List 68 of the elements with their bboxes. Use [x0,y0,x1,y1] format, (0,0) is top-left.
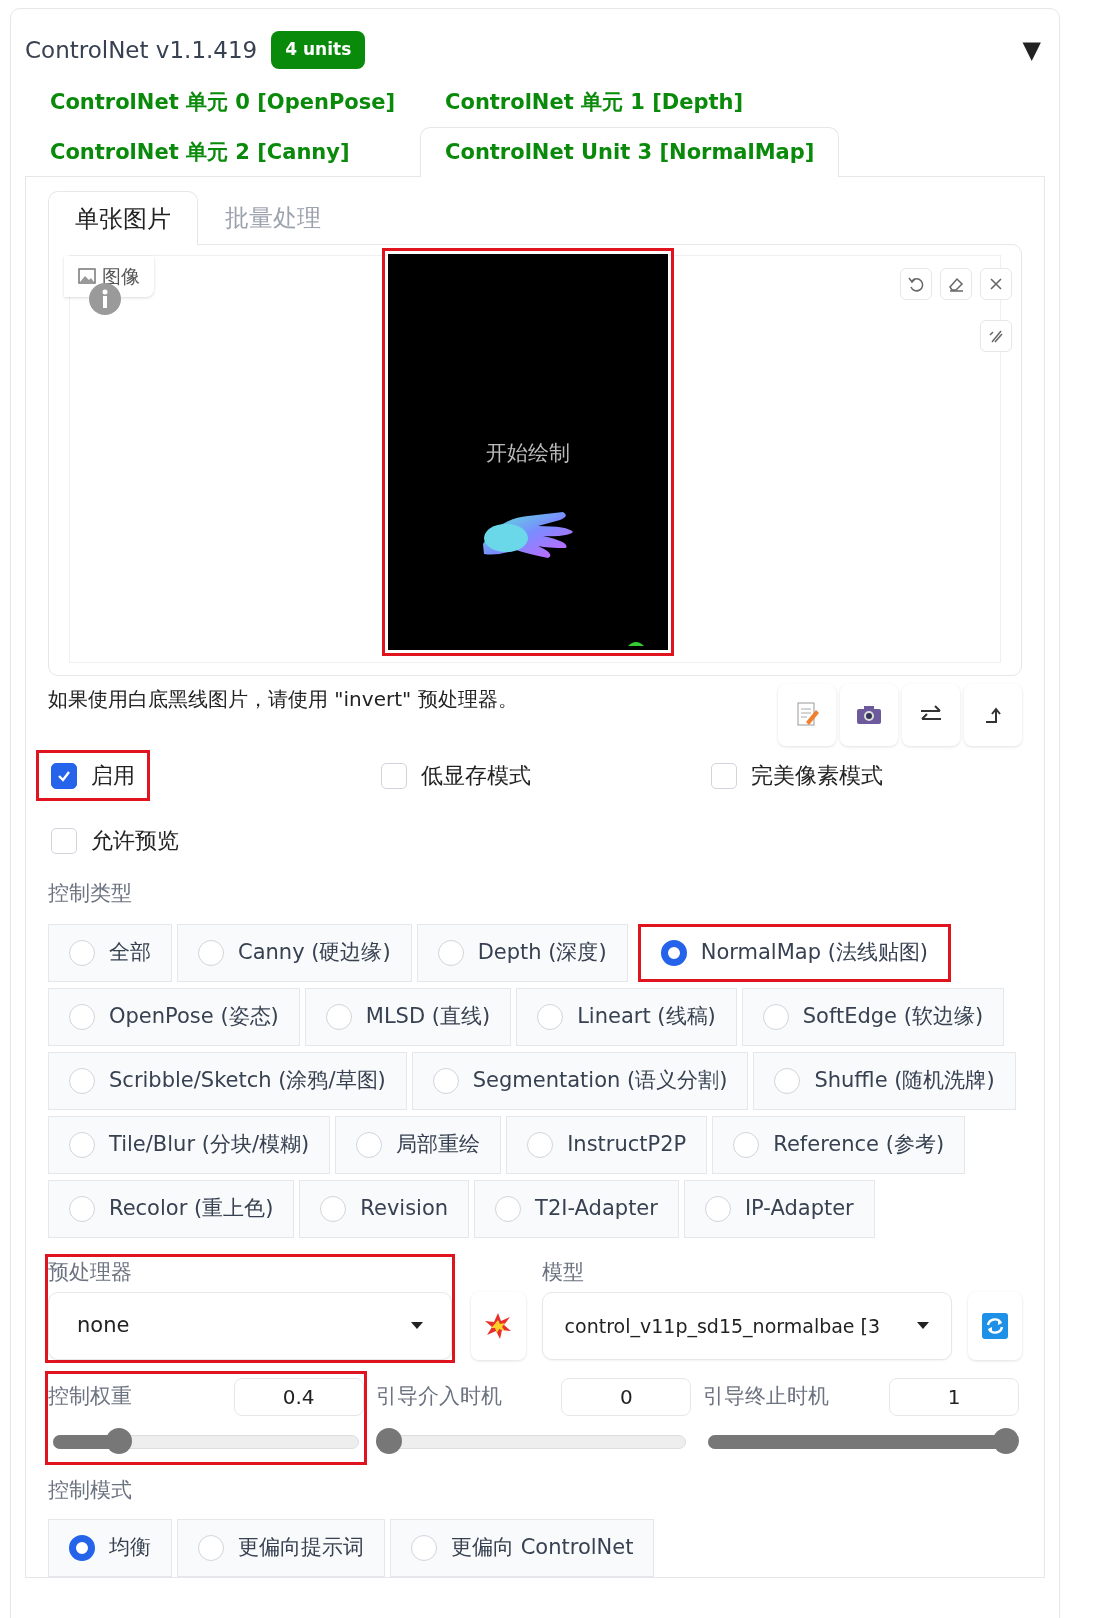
section-label: 控制类型 [48,880,133,907]
radio-option[interactable]: IP-Adapter [683,1179,875,1238]
explosion-icon [484,1312,513,1340]
caret-icon [916,1322,929,1330]
checkbox[interactable]: 完美像素模式 [696,750,898,801]
radio-option[interactable]: MLSD (直线) [304,987,512,1046]
units-badge: 4 units [271,31,366,69]
radio-option[interactable]: Scribble/Sketch (涂鸦/草图) [48,1051,407,1110]
refresh-icon [981,1313,1008,1339]
unit-tab[interactable]: ControlNet 单元 1 [Depth] [420,77,769,127]
slider-label: 引导介入时机 [375,1383,502,1411]
section-label: 控制模式 [48,1477,133,1504]
camera-button[interactable] [840,684,898,746]
radio-option[interactable]: 更偏向 ControlNet [390,1518,655,1577]
checkbox[interactable]: 低显存模式 [366,750,546,801]
radio-option[interactable]: Depth (深度) [416,923,628,982]
run-preprocessor-button[interactable] [471,1292,526,1360]
caret-icon [411,1322,424,1330]
slider-label: 引导终止时机 [703,1383,830,1411]
preprocessor-dropdown[interactable]: none [48,1292,453,1360]
slider-handle[interactable] [993,1428,1019,1454]
radio-option[interactable]: 局部重绘 [335,1115,502,1174]
field-label: 模型 [541,1258,585,1286]
checkbox[interactable]: 启用 [36,750,150,801]
radio-option[interactable]: Shuffle (随机洗牌) [753,1051,1016,1110]
radio-option[interactable]: Lineart (线稿) [516,987,737,1046]
model-dropdown[interactable]: control_v11p_sd15_normalbae [3 [541,1292,952,1360]
radio-option[interactable]: T2I-Adapter [474,1179,679,1238]
up-arrow-icon [985,707,1001,723]
radio-option[interactable]: 更偏向提示词 [177,1518,385,1577]
radio-option[interactable]: OpenPose (姿态) [48,987,300,1046]
radio-option[interactable]: InstructP2P [506,1115,708,1174]
undo-button[interactable] [900,268,932,300]
panel-title: ControlNet v1.1.419 [25,35,258,65]
radio-option[interactable]: Reference (参考) [712,1115,966,1174]
close-button[interactable] [980,268,1012,300]
radio-option[interactable]: Tile/Blur (分块/模糊) [48,1115,331,1174]
radio-option[interactable]: 全部 [48,923,172,982]
image-icon [78,268,96,285]
radio-option[interactable]: Canny (硬边缘) [177,923,412,982]
number-field[interactable]: 0.4 [233,1378,364,1416]
number-field[interactable]: 0 [561,1378,692,1416]
hint-text: 如果使用白底黑线图片，请使用 "invert" 预处理器。 [48,686,518,713]
number-field[interactable]: 1 [889,1378,1019,1416]
checkbox[interactable]: 允许预览 [36,815,194,866]
unit-tab[interactable]: ControlNet Unit 3 [NormalMap] [420,127,840,177]
brush-button[interactable] [980,320,1012,352]
radio-option[interactable]: Recolor (重上色) [48,1179,295,1238]
field-label: 预处理器 [48,1258,133,1286]
refresh-button[interactable] [967,1292,1022,1360]
radio-option[interactable]: Revision [299,1179,470,1238]
start-drawing-text: 开始绘制 [486,441,570,465]
slider-handle[interactable] [375,1428,402,1454]
eraser-button[interactable] [940,268,972,300]
slider-handle[interactable] [105,1428,132,1454]
radio-option[interactable]: Segmentation (语义分割) [411,1051,749,1110]
eraser-icon [947,275,965,293]
slider-label: 控制权重 [48,1383,132,1411]
unit-tab[interactable]: ControlNet 单元 2 [Canny] [25,127,375,177]
collapse-toggle[interactable]: ▼ [1018,32,1045,68]
radio-option[interactable]: NormalMap (法线贴图) [637,923,952,982]
swap-button[interactable] [902,684,960,746]
radio-option[interactable]: SoftEdge (软边缘) [741,987,1005,1046]
image-label: 图像 [102,264,140,289]
unit-tab[interactable]: ControlNet 单元 0 [OpenPose] [25,77,421,127]
undo-icon [907,275,925,293]
input-tab[interactable]: 单张图片 [48,191,198,245]
radio-option[interactable]: 均衡 [48,1518,172,1577]
